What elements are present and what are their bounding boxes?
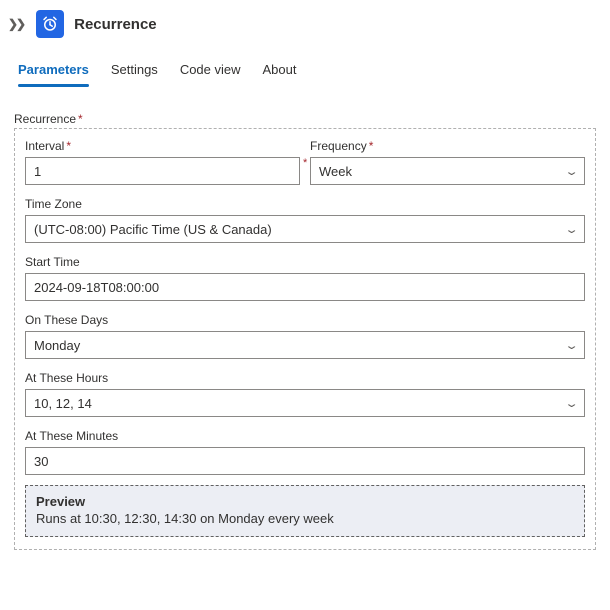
timezone-field: Time Zone (UTC-08:00) Pacific Time (US &… [25,197,585,243]
days-value: Monday [34,338,80,353]
tab-code-view[interactable]: Code view [180,54,241,87]
frequency-value: Week [319,164,352,179]
interval-input[interactable]: 1 [25,157,300,185]
expand-icon[interactable]: ❯❯ [6,15,26,33]
frequency-select[interactable]: Week ⌄ [310,157,585,185]
minutes-input[interactable]: 30 [25,447,585,475]
preview-text: Runs at 10:30, 12:30, 14:30 on Monday ev… [36,511,574,526]
minutes-field: At These Minutes 30 [25,429,585,475]
required-marker: * [66,139,71,153]
required-marker: * [78,112,83,126]
tab-parameters[interactable]: Parameters [18,54,89,87]
tab-settings[interactable]: Settings [111,54,158,87]
timezone-label: Time Zone [25,197,585,211]
starttime-value: 2024-09-18T08:00:00 [34,280,159,295]
interval-field: Interval* 1 [25,139,300,185]
hours-value: 10, 12, 14 [34,396,92,411]
preview-title: Preview [36,494,574,509]
chevron-down-icon: ⌄ [564,339,579,352]
alarm-clock-icon [41,15,59,33]
frequency-label: Frequency [310,139,367,153]
timezone-value: (UTC-08:00) Pacific Time (US & Canada) [34,222,272,237]
hours-field: At These Hours 10, 12, 14 ⌄ [25,371,585,417]
preview-box: Preview Runs at 10:30, 12:30, 14:30 on M… [25,485,585,537]
starttime-label: Start Time [25,255,585,269]
required-marker: * [369,139,374,153]
page-title: Recurrence [74,16,157,33]
tab-about[interactable]: About [263,54,297,87]
days-select[interactable]: Monday ⌄ [25,331,585,359]
days-field: On These Days Monday ⌄ [25,313,585,359]
group-label: Recurrence* [14,112,596,126]
header-bar: ❯❯ Recurrence [0,0,610,48]
chevron-down-icon: ⌄ [564,223,579,236]
side-required-marker: * [303,157,307,169]
interval-value: 1 [34,164,41,179]
days-label: On These Days [25,313,585,327]
hours-label: At These Hours [25,371,585,385]
starttime-field: Start Time 2024-09-18T08:00:00 [25,255,585,301]
minutes-value: 30 [34,454,48,469]
timezone-select[interactable]: (UTC-08:00) Pacific Time (US & Canada) ⌄ [25,215,585,243]
minutes-label: At These Minutes [25,429,585,443]
group-label-text: Recurrence [14,112,76,126]
chevron-down-icon: ⌄ [564,165,579,178]
hours-select[interactable]: 10, 12, 14 ⌄ [25,389,585,417]
form-canvas: Recurrence* Interval* 1 Frequency* * Wee… [0,88,610,560]
recurrence-tile [36,10,64,38]
frequency-field: Frequency* * Week ⌄ [310,139,585,185]
starttime-input[interactable]: 2024-09-18T08:00:00 [25,273,585,301]
recurrence-group: Interval* 1 Frequency* * Week ⌄ Time Zon… [14,128,596,550]
tab-bar: Parameters Settings Code view About [0,48,610,88]
chevron-down-icon: ⌄ [564,397,579,410]
interval-label: Interval [25,139,64,153]
